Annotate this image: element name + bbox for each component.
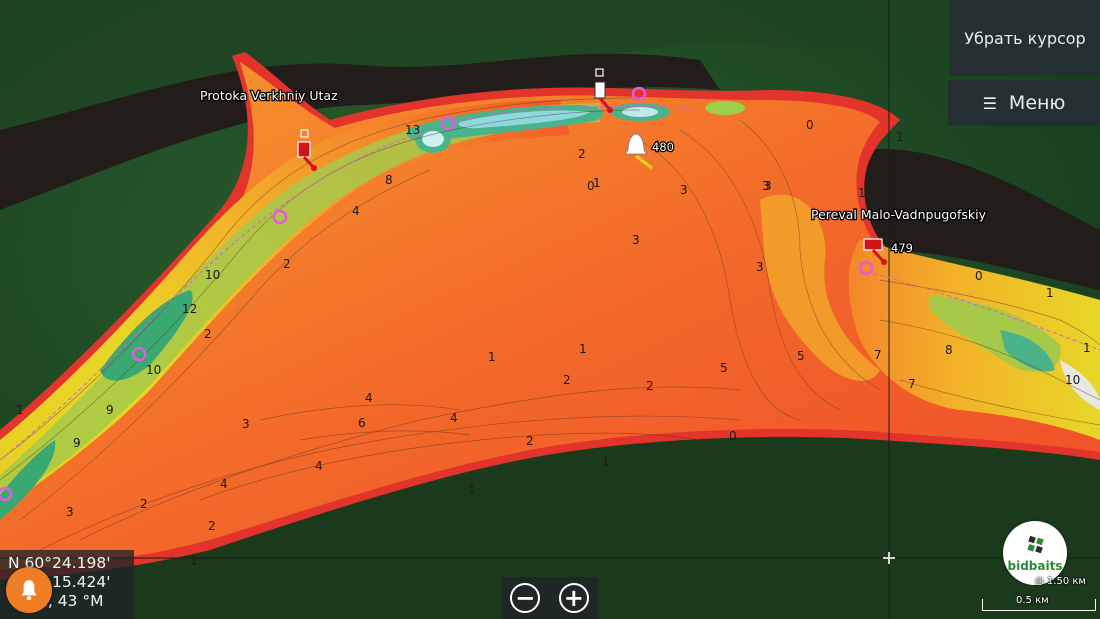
depth-sounding: 4 <box>450 411 458 425</box>
waypoint-label: Protoka Verkhniy Utaz <box>200 88 338 103</box>
depth-sounding: 4 <box>352 204 360 218</box>
depth-sounding: 2 <box>646 379 654 393</box>
depth-sounding: 1 <box>1046 286 1054 300</box>
depth-sounding: 13 <box>405 123 420 137</box>
depth-sounding: 0 <box>806 118 814 132</box>
brand-mark-icon <box>1027 535 1044 553</box>
scale-bar-text: 0.5 км <box>1016 595 1049 606</box>
depth-sounding: 4 <box>365 391 373 405</box>
marker-label: 480 <box>652 140 674 154</box>
depth-sounding: 4 <box>220 477 228 491</box>
depth-sounding: 7 <box>874 348 882 362</box>
depth-sounding: 3 <box>632 233 640 247</box>
remove-cursor-label: Убрать курсор <box>964 28 1086 48</box>
depth-sounding: 10 <box>1065 373 1080 387</box>
bathymetric-map[interactable]: Protoka Verkhniy Utaz Pereval Malo-Vadnp… <box>0 0 1100 619</box>
depth-sounding: 0 <box>729 429 737 443</box>
depth-sounding: 7 <box>908 377 916 391</box>
depth-sounding: 8 <box>385 173 393 187</box>
depth-sounding: 1 <box>858 186 866 200</box>
depth-sounding: 1 <box>190 554 198 568</box>
depth-sounding: 1 <box>579 342 587 356</box>
depth-sounding: 2 <box>283 257 291 271</box>
depth-sounding: 1 <box>593 176 601 190</box>
depth-sounding: 1 <box>16 403 24 417</box>
depth-sounding: 1 <box>602 455 610 469</box>
depth-sounding: 4 <box>315 459 323 473</box>
depth-sounding: 1 <box>896 130 904 144</box>
hamburger-icon: ☰ <box>982 93 997 113</box>
marker-label: 479 <box>891 241 913 255</box>
depth-sounding: 2 <box>208 519 216 533</box>
depth-sounding: 1 <box>488 350 496 364</box>
remove-cursor-button[interactable]: Убрать курсор <box>950 0 1100 76</box>
target-icon: ◎ <box>1035 576 1044 587</box>
depth-sounding: 6 <box>358 416 366 430</box>
menu-label: Меню <box>1008 92 1066 114</box>
depth-sounding: 9 <box>106 403 114 417</box>
depth-sounding: 3 <box>66 505 74 519</box>
depth-sounding: 2 <box>140 497 148 511</box>
depth-sounding: 3 <box>756 260 764 274</box>
depth-sounding: 3 <box>764 179 772 193</box>
minus-icon: − <box>515 584 536 612</box>
depth-sounding: 2 <box>526 434 534 448</box>
depth-sounding: 3 <box>680 183 688 197</box>
zoom-level-text: ◎ 1.50 км <box>1035 576 1086 587</box>
depth-sounding: 9 <box>73 436 81 450</box>
depth-sounding: 5 <box>720 361 728 375</box>
zoom-controls: − + <box>501 577 598 619</box>
depth-sounding: 3 <box>242 417 250 431</box>
depth-sounding: 1 <box>468 482 476 496</box>
depth-sounding: 2 <box>204 327 212 341</box>
depth-sounding: 1 <box>1083 341 1091 355</box>
depth-sounding: 12 <box>182 302 197 316</box>
zoom-out-button[interactable]: − <box>510 583 541 613</box>
brand-name: bidbaits <box>1007 558 1063 573</box>
depth-sounding: 2 <box>563 373 571 387</box>
alarm-button[interactable] <box>6 567 52 613</box>
menu-button[interactable]: ☰ Меню <box>948 80 1100 126</box>
depth-sounding: 5 <box>797 349 805 363</box>
depth-sounding: 10 <box>205 268 220 282</box>
depth-sounding: 2 <box>578 147 586 161</box>
bell-icon <box>21 580 37 601</box>
zoom-in-button[interactable]: + <box>558 583 589 613</box>
depth-sounding: 10 <box>146 363 161 377</box>
waypoint-label: Pereval Malo-Vadnpugofskiy <box>811 207 987 222</box>
depth-sounding: 8 <box>945 343 953 357</box>
plus-icon: + <box>563 584 584 612</box>
depth-sounding: 0 <box>975 269 983 283</box>
